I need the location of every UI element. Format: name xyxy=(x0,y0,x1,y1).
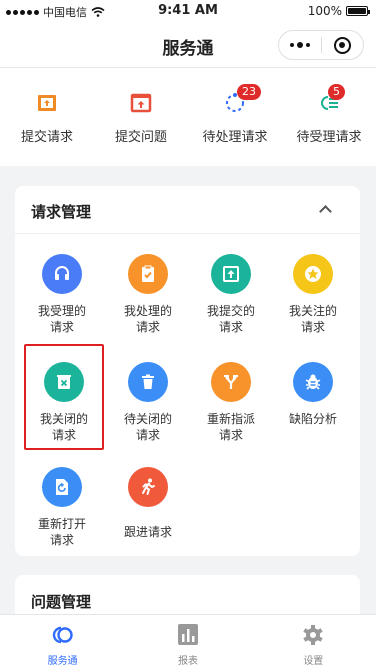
grid-item-my-closed[interactable]: 我关闭的 请求 xyxy=(24,344,104,450)
quick-action-label: 提交问题 xyxy=(114,130,167,145)
card-header[interactable]: 请求管理 xyxy=(15,186,360,234)
trash-icon xyxy=(128,362,168,402)
grid-item-label: 我受理的 请求 xyxy=(37,304,86,334)
tab-settings[interactable]: 设置 xyxy=(251,615,376,666)
close-box-icon xyxy=(44,362,84,402)
fork-icon xyxy=(211,362,251,402)
chevron-up-icon[interactable] xyxy=(319,205,332,218)
quick-pending-requests[interactable]: 23 待处理请求 xyxy=(188,68,282,166)
quick-action-label: 待受理请求 xyxy=(296,130,362,145)
battery-icon xyxy=(346,6,370,16)
grid-item-my-submitted[interactable]: 我提交的 请求 xyxy=(188,236,274,340)
section-title: 问题管理 xyxy=(31,593,92,611)
bug-icon xyxy=(293,362,333,402)
tab-label: 报表 xyxy=(177,656,198,666)
nav-bar: 服务通 xyxy=(0,22,376,68)
more-button[interactable] xyxy=(279,31,321,59)
grid-item-reopen[interactable]: 重新打开 请求 xyxy=(19,449,105,553)
section-title: 请求管理 xyxy=(31,203,92,221)
service-logo-icon xyxy=(52,626,73,644)
tab-label: 设置 xyxy=(303,656,324,666)
quick-submit-request[interactable]: 提交请求 xyxy=(0,68,94,166)
tab-label: 服务通 xyxy=(47,656,78,666)
grid-item-label: 重新指派 请求 xyxy=(206,412,255,442)
runner-icon xyxy=(128,467,168,507)
clipboard-check-icon xyxy=(128,254,168,294)
tab-service[interactable]: 服务通 xyxy=(0,615,125,666)
grid-item-label: 我关注的 请求 xyxy=(288,304,337,334)
battery-percent: 100% xyxy=(307,4,342,18)
battery-status: 100% xyxy=(307,4,370,18)
grid-item-label: 我关闭的 请求 xyxy=(39,412,88,442)
upload-doc-icon xyxy=(130,93,152,113)
grid-item-label: 缺陷分析 xyxy=(288,412,337,426)
chart-icon xyxy=(177,624,198,645)
grid-item-defect-analysis[interactable]: 缺陷分析 xyxy=(270,344,356,448)
grid-item-to-close[interactable]: 待关闭的 请求 xyxy=(105,344,191,448)
quick-action-label: 待处理请求 xyxy=(202,130,268,145)
target-icon xyxy=(333,36,351,54)
grid-item-my-accepted[interactable]: 我受理的 请求 xyxy=(19,236,105,340)
close-miniprogram-button[interactable] xyxy=(321,31,363,59)
grid-item-label: 待关闭的 请求 xyxy=(123,412,172,442)
headset-icon xyxy=(42,254,82,294)
tab-reports[interactable]: 报表 xyxy=(125,615,250,666)
grid-item-my-followed[interactable]: 我关注的 请求 xyxy=(270,236,356,340)
grid-item-label: 我提交的 请求 xyxy=(206,304,255,334)
request-management-card: 请求管理 我受理的 请求 我处理的 请求 我提交的 请求 我关注的 请求 我关闭… xyxy=(15,186,360,556)
status-bar: 中国电信 9:41 AM 100% xyxy=(0,0,376,22)
grid-item-label: 我处理的 请求 xyxy=(123,304,172,334)
quick-actions: 提交请求 提交问题 23 待处理请求 5 待受理请求 xyxy=(0,68,376,166)
grid-item-reassign[interactable]: 重新指派 请求 xyxy=(188,344,274,448)
pending-count-badge: 23 xyxy=(237,84,261,100)
quick-awaiting-requests[interactable]: 5 待受理请求 xyxy=(282,68,376,166)
grid-item-my-handled[interactable]: 我处理的 请求 xyxy=(105,236,191,340)
miniprogram-capsule xyxy=(278,30,364,60)
gear-icon xyxy=(303,625,323,645)
upload-box-icon xyxy=(38,95,56,111)
star-icon xyxy=(293,254,333,294)
quick-action-label: 提交请求 xyxy=(20,130,73,145)
grid-item-follow-up[interactable]: 跟进请求 xyxy=(105,449,191,553)
grid-item-label: 重新打开 请求 xyxy=(37,517,86,547)
submit-icon xyxy=(211,254,251,294)
quick-submit-problem[interactable]: 提交问题 xyxy=(94,68,188,166)
tab-bar: 服务通 报表 设置 xyxy=(0,614,376,666)
reopen-doc-icon xyxy=(42,467,82,507)
awaiting-count-badge: 5 xyxy=(328,84,345,100)
grid-item-label: 跟进请求 xyxy=(123,525,172,539)
